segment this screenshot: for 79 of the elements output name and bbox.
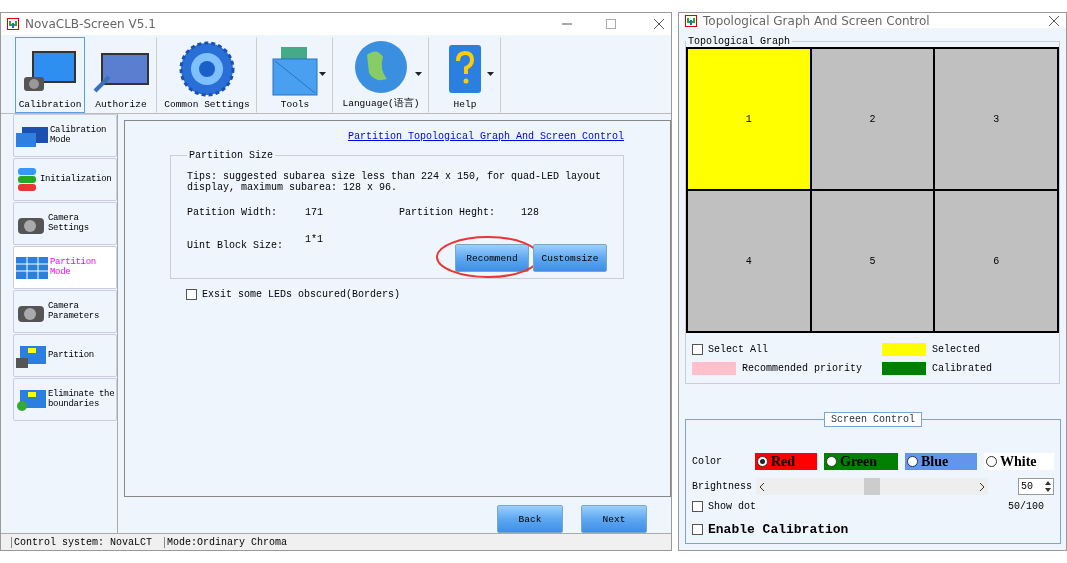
value-text: 128 [521, 207, 540, 218]
close-icon[interactable] [653, 18, 665, 30]
grid-cell[interactable]: 6 [934, 190, 1058, 332]
label: Color [692, 456, 723, 467]
monitor-grid-icon [16, 343, 46, 368]
slider-thumb[interactable] [864, 478, 880, 495]
spinner-icon[interactable] [1043, 479, 1053, 494]
cell-number: 1 [745, 113, 752, 125]
legend-label: Calibrated [932, 363, 992, 374]
color-radio[interactable]: White [984, 453, 1054, 470]
tips-text: Tips: suggested subarea size less than 224 x 150, for quad-LED layout display, maximum subarea: 128 x 96. [187, 171, 603, 193]
grid-cell[interactable]: 4 [687, 190, 811, 332]
toolbar-button[interactable]: Tools [257, 37, 333, 113]
label: Brightness [692, 481, 752, 492]
label: Uint Block Size: [187, 240, 284, 251]
group-title: Screen Control [824, 412, 922, 427]
grid-cell[interactable]: 5 [810, 190, 935, 332]
group-title: Partition Size [188, 150, 274, 161]
checkbox[interactable] [692, 344, 703, 355]
reading-text: 50/100 [1008, 501, 1044, 512]
gear-icon [179, 41, 235, 97]
checkbox[interactable] [692, 501, 703, 512]
checkbox[interactable] [692, 524, 703, 535]
action-button[interactable]: Recommend [455, 244, 529, 272]
sidebar-item[interactable]: Initialization [13, 158, 117, 201]
layers-icon [16, 166, 38, 193]
label: Patition Width: [187, 207, 278, 218]
toolbar-button[interactable]: Help [429, 37, 501, 113]
sidebar-item[interactable]: Camera Parameters [13, 290, 117, 333]
value-text: 1*1 [305, 234, 324, 245]
toolbar-button[interactable]: Language(语言) [333, 37, 429, 113]
checkbox-label: Show dot [708, 501, 756, 512]
caret-icon[interactable] [319, 72, 326, 76]
close-icon[interactable] [1048, 14, 1060, 27]
grid-cell[interactable]: 3 [934, 48, 1058, 190]
sidebar-item[interactable]: Eliminate the boundaries [13, 378, 117, 421]
grid-cell[interactable]: 2 [810, 48, 935, 190]
status-text: Mode:Ordinary Chroma [164, 536, 294, 548]
sidebar-item[interactable]: Partition [13, 334, 117, 377]
app-logo-icon [7, 18, 19, 30]
nav-button[interactable]: Back [497, 505, 563, 533]
nav-button[interactable]: Next [581, 505, 647, 533]
checkbox-label: Enable Calibration [708, 522, 849, 537]
cell-number: 3 [993, 113, 1000, 125]
cell-number: 2 [869, 113, 876, 125]
cell-number: 4 [745, 255, 752, 267]
action-button[interactable]: Customsize [533, 244, 607, 272]
status-text: Control system: NovaLCT [11, 536, 159, 548]
caret-icon[interactable] [487, 72, 494, 76]
caret-icon[interactable] [415, 72, 422, 76]
label: Partition Heght: [399, 207, 496, 218]
number-field[interactable]: 50 [1018, 478, 1054, 495]
toolbar-button[interactable]: Calibration [15, 37, 85, 113]
link[interactable]: Partition Topological Graph And Screen Control [347, 131, 624, 142]
window-title: Topological Graph And Screen Control [703, 13, 931, 28]
monitor-plus-icon [16, 387, 46, 412]
brightness-slider[interactable] [756, 478, 988, 495]
legend-label: Recommended priority [742, 363, 863, 374]
globe-icon [353, 39, 409, 95]
legend-label: Selected [932, 344, 980, 355]
window-title: NovaCLB-Screen V5.1 [25, 17, 157, 31]
color-radio[interactable]: Green [824, 453, 898, 470]
sidebar-item[interactable]: Camera Settings [13, 202, 117, 245]
group-title: Topological Graph [687, 36, 792, 47]
checkbox-label: Exsit some LEDs obscured(Borders) [202, 289, 401, 300]
grid-icon [16, 256, 48, 279]
value-text: 171 [305, 207, 324, 218]
checkbox[interactable] [186, 289, 197, 300]
color-radio[interactable]: Blue [905, 453, 977, 470]
toolbox-icon [271, 45, 319, 97]
monitor-icon [16, 124, 48, 147]
color-radio[interactable]: Red [755, 453, 817, 470]
sidebar-item[interactable]: Calibration Mode [13, 114, 117, 157]
grid-cell[interactable]: 1 [687, 48, 811, 190]
checkbox-label: Select All [708, 344, 768, 355]
toolbar-button[interactable]: Authorize [85, 37, 157, 113]
cell-number: 6 [993, 255, 1000, 267]
toolbar-button[interactable]: Common Settings [157, 37, 257, 113]
cell-number: 5 [869, 255, 876, 267]
